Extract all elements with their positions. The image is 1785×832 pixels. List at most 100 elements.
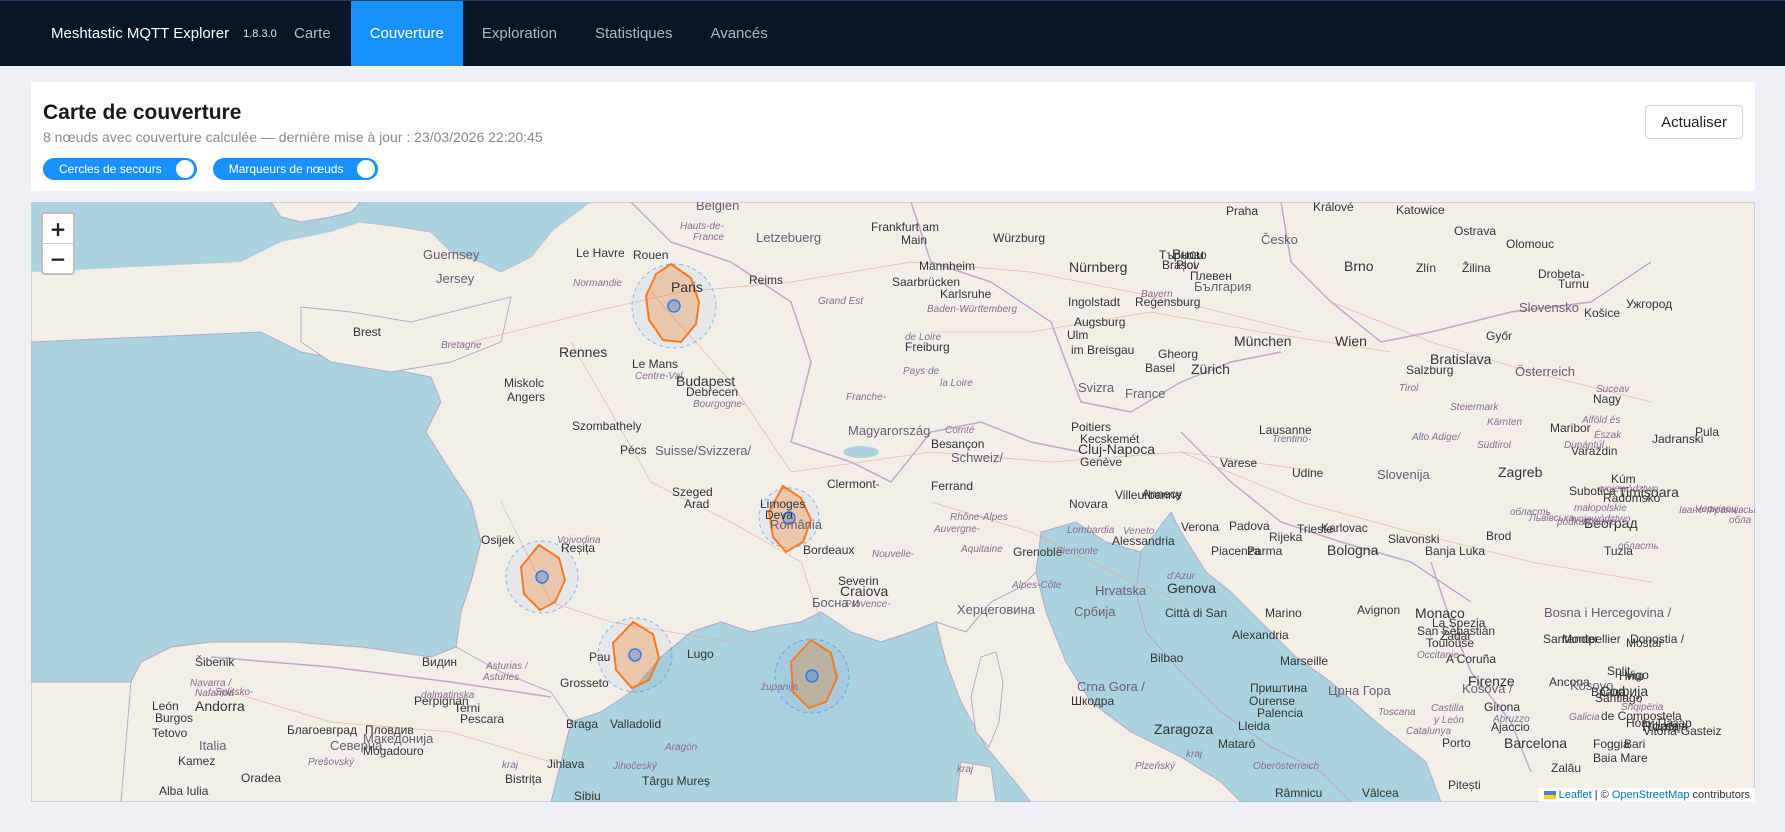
map-label: Parma [1247, 544, 1283, 558]
map-label: Città di San [1165, 606, 1227, 620]
map-label: Crna Gora / [1077, 679, 1145, 694]
map-label: Kamez [178, 754, 215, 768]
map-label: Alba Iulia [159, 784, 209, 798]
map-label: Ferrand [931, 479, 973, 493]
nav-tabs: Carte Couverture Exploration Statistique… [294, 1, 787, 66]
map-label: Svizra [1078, 380, 1115, 395]
map-label: Südtirol [1477, 440, 1512, 451]
tab-statistiques[interactable]: Statistiques [576, 1, 692, 66]
map-label: Nürnberg [1069, 259, 1127, 275]
tab-couverture[interactable]: Couverture [350, 1, 463, 66]
zoom-in-button[interactable]: + [43, 214, 73, 243]
map-label: Pau [589, 650, 610, 664]
map-label: Piemonte [1056, 546, 1099, 557]
map-label: Bayern [1141, 289, 1173, 300]
map-label: Brest [353, 325, 382, 339]
map-label: Zlín [1416, 261, 1436, 275]
map-label: Rennes [559, 344, 607, 360]
app-version: 1.8.3.0 [243, 27, 277, 40]
tab-avances[interactable]: Avancés [691, 1, 786, 66]
app-name: Meshtastic MQTT Explorer [51, 25, 230, 42]
map-label: Tirol [1399, 383, 1419, 394]
map-label: Košice [1584, 306, 1620, 320]
map-label: Žilina [1462, 260, 1491, 275]
map-label: Херцеговина [957, 602, 1036, 617]
map-label: y León [1433, 715, 1464, 726]
map-label: Reims [749, 273, 783, 287]
map-label: Shqipëria [1621, 702, 1664, 713]
map-label: Marseille [1280, 654, 1328, 668]
toggle-knob [357, 160, 376, 178]
leaflet-link[interactable]: Leaflet [1559, 789, 1592, 801]
node-marker[interactable] [667, 299, 681, 313]
map-label: область [1618, 540, 1659, 552]
map-label: Splitsko- [215, 687, 254, 698]
map-label: Turnu [1558, 277, 1589, 291]
map-label: Olomouc [1506, 237, 1554, 251]
map-label: Kosova / [1462, 681, 1513, 696]
node-marker[interactable] [805, 669, 819, 683]
node-marker[interactable] [628, 648, 642, 662]
map-label: Schweiz/ [951, 450, 1003, 465]
map-label: Varese [1220, 456, 1257, 470]
node-marker[interactable] [535, 570, 549, 584]
coverage-map[interactable]: Belgien Letzebuerg Frankfurt am Main Würzbur… [31, 202, 1755, 802]
map-label: im Breisgau [1071, 343, 1134, 357]
node-markers-toggle[interactable]: Marqueurs de nœuds [212, 158, 379, 180]
map-label: Magyarország [848, 423, 930, 438]
map-label: Gheorg [1158, 347, 1198, 361]
map-label: Le Havre [576, 246, 625, 260]
map-label: Latina [1655, 719, 1688, 733]
map-label: Castilla [1431, 703, 1464, 714]
map-label: la Loire [940, 378, 973, 389]
map-label: Brod [1486, 529, 1511, 543]
map-label: Salzburg [1406, 363, 1453, 377]
map-label: Genova [1167, 580, 1216, 596]
map-label: Grand Est [818, 296, 864, 307]
map-label: Zürich [1191, 361, 1230, 377]
map-label: Ужгород [1626, 297, 1672, 311]
map-label: Porto [1442, 736, 1471, 750]
map-label: Brno [1344, 258, 1374, 274]
tab-exploration[interactable]: Exploration [463, 1, 576, 66]
map-label: Miskolc [504, 376, 544, 390]
map-label: Bologna [1327, 542, 1379, 558]
fallback-circles-toggle[interactable]: Cercles de secours [43, 158, 197, 180]
map-label: Besançon [931, 437, 984, 451]
map-label: Bordeaux [803, 543, 854, 557]
map-label: Genève [1080, 455, 1122, 469]
map-label: Pays de [903, 366, 940, 377]
map-label: Jihlava [547, 757, 585, 771]
map-label: Braga [566, 717, 598, 731]
map-label: Plzeňský [1135, 761, 1176, 772]
map-label: Rijeka [1269, 530, 1303, 544]
map-label: România [770, 517, 823, 532]
map-label: Comté [945, 425, 975, 436]
map-label: Girona [1484, 700, 1520, 714]
map-label: Bosna i Hercegovina / [1544, 605, 1672, 620]
map-label: France [693, 232, 725, 243]
map-label: Hauts-de- [680, 221, 725, 232]
map-label: Guernsey [423, 247, 480, 262]
map-label: Nouvelle- [872, 549, 915, 560]
map-label: Nagy [1593, 392, 1621, 406]
tab-carte[interactable]: Carte [294, 1, 351, 66]
osm-link[interactable]: OpenStreetMap [1612, 789, 1690, 801]
brand[interactable]: Meshtastic MQTT Explorer 1.8.3.0 [0, 1, 294, 66]
map-label: Trentino- [1272, 434, 1312, 445]
top-navbar: Meshtastic MQTT Explorer 1.8.3.0 Carte C… [0, 0, 1785, 66]
map-label: Italia [199, 738, 227, 753]
refresh-button[interactable]: Actualiser [1645, 105, 1743, 139]
map-label: Toulouse [1426, 636, 1474, 650]
map-label: Alföld és [1581, 415, 1620, 426]
map-label: Србија [1074, 604, 1116, 619]
map-canvas[interactable]: Belgien Letzebuerg Frankfurt amMain Würzbur… [31, 202, 1755, 802]
map-label: županija [760, 682, 799, 693]
toggle-label: Cercles de secours [59, 162, 162, 176]
map-label: Banja Luka [1425, 544, 1485, 558]
map-label: Novara [1069, 497, 1108, 511]
zoom-out-button[interactable]: − [43, 243, 73, 273]
map-label: Slovensko [1519, 300, 1579, 315]
map-label: Auvergne- [933, 524, 981, 535]
map-label: Prešovský [308, 757, 355, 768]
